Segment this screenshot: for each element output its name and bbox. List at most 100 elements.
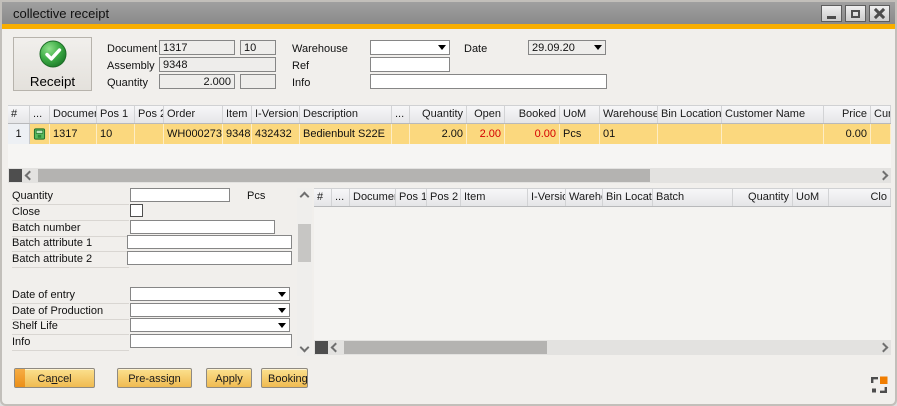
quantity-field[interactable] xyxy=(159,74,235,89)
scroll-home-button[interactable] xyxy=(9,169,22,182)
maximize-button[interactable] xyxy=(845,5,866,22)
header-cell[interactable]: Open xyxy=(467,106,505,123)
header-cell[interactable]: Bin Location xyxy=(603,189,653,206)
minimize-button[interactable] xyxy=(821,5,842,22)
header-cell[interactable]: Item xyxy=(223,106,252,123)
header-cell[interactable]: Price xyxy=(824,106,871,123)
header-cell[interactable]: I-Version xyxy=(252,106,300,123)
header-cell[interactable]: ... xyxy=(392,106,410,123)
scroll-right-button[interactable] xyxy=(877,170,890,181)
scrollbar-thumb[interactable] xyxy=(344,341,547,354)
table-row[interactable]: 1 1317 10 WH000273 9348 432432 Bedienbul… xyxy=(8,124,891,144)
row-status-cell[interactable] xyxy=(30,124,50,144)
header-cell[interactable]: Pos 1 xyxy=(396,189,427,206)
header-cell[interactable]: Order xyxy=(164,106,223,123)
document-pos-field[interactable] xyxy=(240,40,276,55)
quantity-extra-field[interactable] xyxy=(240,74,276,89)
header-cell[interactable]: Quantity xyxy=(733,189,793,206)
table-cell[interactable] xyxy=(135,124,164,144)
receipt-button[interactable]: Receipt xyxy=(13,37,92,91)
batch-attr2-field[interactable] xyxy=(127,251,292,265)
header-cell[interactable]: Curr xyxy=(871,106,891,123)
header-cell[interactable]: Description xyxy=(300,106,392,123)
table-cell[interactable]: 432432 xyxy=(252,124,300,144)
table-cell[interactable]: 0.00 xyxy=(505,124,560,144)
detail-quantity-field[interactable] xyxy=(130,188,230,202)
table-cell[interactable] xyxy=(658,124,722,144)
expand-form-icon[interactable] xyxy=(870,376,888,394)
apply-button[interactable]: Apply xyxy=(206,368,252,388)
booking-button[interactable]: Booking xyxy=(261,368,308,388)
ref-field[interactable] xyxy=(370,57,450,72)
table-cell[interactable]: Bedienbult S22E xyxy=(300,124,392,144)
close-checkbox[interactable] xyxy=(130,204,143,217)
table-cell[interactable]: 9348 xyxy=(223,124,252,144)
scroll-home-button[interactable] xyxy=(315,341,328,354)
header-cell[interactable]: Pos 2 xyxy=(135,106,164,123)
date-of-entry-select[interactable] xyxy=(130,287,290,301)
detail-info-field[interactable] xyxy=(130,334,292,348)
header-cell[interactable]: Booked xyxy=(505,106,560,123)
scroll-right-button[interactable] xyxy=(877,342,890,353)
table-cell[interactable]: 10 xyxy=(97,124,135,144)
header-cell[interactable]: ... xyxy=(332,189,350,206)
header-cell[interactable]: Pos 1 xyxy=(97,106,135,123)
scrollbar-thumb[interactable] xyxy=(38,169,650,182)
table-cell[interactable]: WH000273 xyxy=(164,124,223,144)
green-check-icon xyxy=(38,39,68,69)
scroll-up-button[interactable] xyxy=(298,190,311,203)
warehouse-select[interactable] xyxy=(370,40,450,55)
scrollbar-thumb[interactable] xyxy=(298,224,311,262)
close-button[interactable] xyxy=(869,5,890,22)
table-cell[interactable]: Pcs xyxy=(560,124,600,144)
row-number-cell[interactable]: 1 xyxy=(8,124,30,144)
table-cell[interactable] xyxy=(722,124,824,144)
batch-number-field[interactable] xyxy=(130,220,275,234)
detail-form-vscrollbar[interactable] xyxy=(297,188,312,356)
header-cell[interactable]: UoM xyxy=(793,189,829,206)
batch-attr1-field[interactable] xyxy=(127,235,292,249)
header-cell[interactable]: # xyxy=(8,106,30,123)
package-icon xyxy=(33,127,46,141)
header-cell[interactable]: Warehouse xyxy=(600,106,658,123)
header-cell[interactable]: Customer Name xyxy=(722,106,824,123)
date-select[interactable]: 29.09.20 xyxy=(528,40,606,55)
chevron-right-icon xyxy=(879,343,889,353)
date-of-production-select[interactable] xyxy=(130,303,290,317)
header-cell[interactable]: Document xyxy=(50,106,97,123)
header-cell[interactable]: I-Version xyxy=(528,189,566,206)
header-cell[interactable]: Item xyxy=(461,189,528,206)
table-cell[interactable]: 01 xyxy=(600,124,658,144)
document-label: Document xyxy=(107,43,157,55)
info-field[interactable] xyxy=(370,74,607,89)
header-cell[interactable]: UoM xyxy=(560,106,600,123)
header-cell[interactable]: Wareho xyxy=(566,189,603,206)
shelf-life-select[interactable] xyxy=(130,318,290,332)
cancel-button[interactable]: Cancel xyxy=(14,368,95,388)
detail-table-hscrollbar[interactable] xyxy=(314,340,891,355)
header-cell[interactable]: Clo xyxy=(829,189,891,206)
scroll-down-button[interactable] xyxy=(298,341,311,354)
scroll-left-button[interactable] xyxy=(329,342,342,353)
chevron-right-icon xyxy=(879,171,889,181)
assembly-field[interactable] xyxy=(159,57,276,72)
header-cell[interactable]: # xyxy=(314,189,332,206)
table-cell[interactable]: 0.00 xyxy=(824,124,871,144)
main-table-hscrollbar[interactable] xyxy=(8,168,891,183)
scroll-left-button[interactable] xyxy=(23,170,36,181)
table-cell[interactable] xyxy=(871,124,891,144)
header-cell[interactable]: ... xyxy=(30,106,50,123)
header-cell[interactable]: Quantity xyxy=(410,106,467,123)
titlebar[interactable]: collective receipt xyxy=(2,2,895,24)
assembly-label: Assembly xyxy=(107,60,155,72)
table-cell[interactable]: 2.00 xyxy=(410,124,467,144)
table-cell[interactable] xyxy=(392,124,410,144)
table-cell[interactable]: 1317 xyxy=(50,124,97,144)
pre-assign-button[interactable]: Pre-assign xyxy=(117,368,192,388)
table-cell[interactable]: 2.00 xyxy=(467,124,505,144)
header-cell[interactable]: Bin Location xyxy=(658,106,722,123)
header-cell[interactable]: Document xyxy=(350,189,396,206)
document-field[interactable] xyxy=(159,40,235,55)
header-cell[interactable]: Pos 2 xyxy=(427,189,461,206)
header-cell[interactable]: Batch xyxy=(653,189,733,206)
